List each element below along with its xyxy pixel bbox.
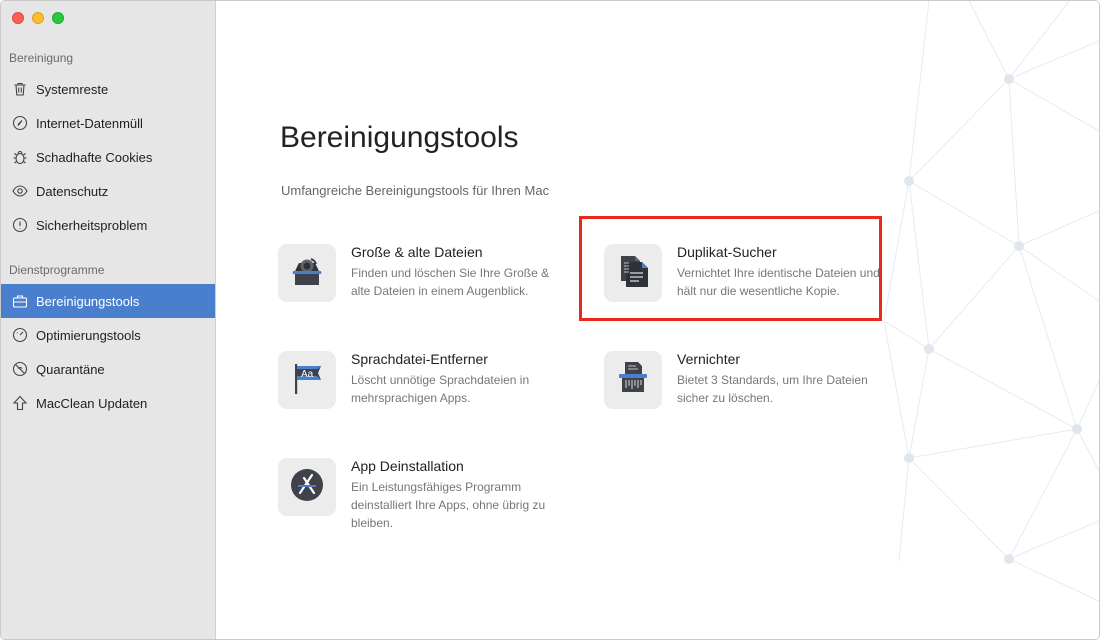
- tool-tile: Aa: [278, 351, 336, 409]
- large-old-files-icon: [287, 251, 327, 296]
- blocked-icon: [11, 360, 29, 378]
- duplicate-documents-icon: [613, 251, 653, 296]
- tool-description: Bietet 3 Standards, um Ihre Dateien sich…: [677, 373, 868, 405]
- sidebar-item-datenschutz[interactable]: Datenschutz: [1, 174, 215, 208]
- tool-sprachdatei-entferner[interactable]: Aa Sprachdatei-Entferner Löscht unnötige…: [278, 351, 568, 431]
- app-uninstall-icon: [287, 465, 327, 510]
- sidebar-item-label: Schadhafte Cookies: [36, 149, 153, 165]
- tool-tile: [278, 244, 336, 302]
- sidebar-item-label: Internet-Datenmüll: [36, 115, 143, 131]
- section-label-bereinigung: Bereinigung: [9, 51, 74, 65]
- main-content: Bereinigungstools Umfangreiche Bereinigu…: [216, 1, 1099, 639]
- sidebar-item-optimierungstools[interactable]: Optimierungstools: [1, 318, 215, 352]
- language-flag-icon: Aa: [287, 358, 327, 403]
- tool-app-deinstallation[interactable]: App Deinstallation Ein Leistungsfähiges …: [278, 458, 568, 538]
- tool-duplikat-sucher[interactable]: Duplikat-Sucher Vernichtet Ihre identisc…: [604, 244, 894, 324]
- tool-tile: [604, 244, 662, 302]
- tool-name: Große & alte Dateien: [351, 244, 483, 260]
- zoom-window-button[interactable]: [52, 12, 64, 24]
- sidebar-item-quarantaene[interactable]: Quarantäne: [1, 352, 215, 386]
- tool-description: Löscht unnötige Sprachdateien in mehrspr…: [351, 373, 530, 405]
- sidebar-item-label: Quarantäne: [36, 361, 105, 377]
- sidebar-item-schadhafte-cookies[interactable]: Schadhafte Cookies: [1, 140, 215, 174]
- tool-name: Duplikat-Sucher: [677, 244, 777, 260]
- sidebar-item-bereinigungstools[interactable]: Bereinigungstools: [1, 284, 215, 318]
- trash-icon: [11, 80, 29, 98]
- app-window: Bereinigung Systemreste Internet-Datenmü…: [0, 0, 1100, 640]
- shredder-icon: [613, 358, 653, 403]
- sidebar-item-label: Datenschutz: [36, 183, 109, 199]
- sidebar-item-systemreste[interactable]: Systemreste: [1, 72, 215, 106]
- sidebar-item-label: MacClean Updaten: [36, 395, 148, 411]
- window-controls: [12, 12, 64, 24]
- eye-icon: [11, 182, 29, 200]
- toolbox-icon: [11, 292, 29, 310]
- sidebar-item-internet-datenmuell[interactable]: Internet-Datenmüll: [1, 106, 215, 140]
- tool-description: Ein Leistungsfähiges Programm deinstalli…: [351, 480, 546, 530]
- sidebar-item-macclean-updaten[interactable]: MacClean Updaten: [1, 386, 215, 420]
- arrow-up-icon: [11, 394, 29, 412]
- gauge-icon: [11, 326, 29, 344]
- tool-name: App Deinstallation: [351, 458, 464, 474]
- bug-icon: [11, 148, 29, 166]
- tool-vernichter[interactable]: Vernichter Bietet 3 Standards, um Ihre D…: [604, 351, 894, 431]
- page-subtitle: Umfangreiche Bereinigungstools für Ihren…: [281, 183, 550, 198]
- tool-name: Vernichter: [677, 351, 741, 367]
- minimize-window-button[interactable]: [32, 12, 44, 24]
- page-title: Bereinigungstools: [280, 121, 519, 154]
- sidebar-item-label: Sicherheitsproblem: [36, 217, 148, 233]
- tool-description: Vernichtet Ihre identische Dateien und h…: [677, 266, 880, 298]
- sidebar-item-sicherheitsproblem[interactable]: Sicherheitsproblem: [1, 208, 215, 242]
- sidebar-item-label: Systemreste: [36, 81, 109, 97]
- close-window-button[interactable]: [12, 12, 24, 24]
- sidebar-item-label: Bereinigungstools: [36, 293, 140, 309]
- sidebar: Bereinigung Systemreste Internet-Datenmü…: [1, 1, 216, 639]
- tool-tile: [278, 458, 336, 516]
- section-label-dienstprogramme: Dienstprogramme: [9, 263, 105, 277]
- tool-description: Finden und löschen Sie Ihre Große & alte…: [351, 266, 550, 298]
- svg-text:Aa: Aa: [301, 369, 314, 380]
- compass-icon: [11, 114, 29, 132]
- tool-grosse-alte-dateien[interactable]: Große & alte Dateien Finden und löschen …: [278, 244, 568, 324]
- shield-icon: [11, 216, 29, 234]
- tool-name: Sprachdatei-Entferner: [351, 351, 488, 367]
- tool-tile: [604, 351, 662, 409]
- sidebar-item-label: Optimierungstools: [36, 327, 141, 343]
